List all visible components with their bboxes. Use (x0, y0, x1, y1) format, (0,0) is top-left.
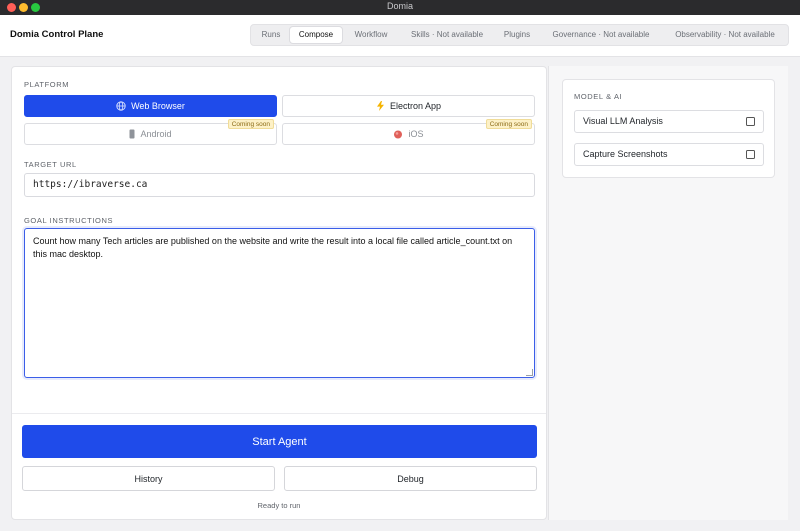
goal-instructions-textarea[interactable]: Count how many Tech articles are publish… (24, 228, 535, 378)
tab-compose[interactable]: Compose (290, 27, 342, 43)
platform-option-label: iOS (408, 129, 424, 139)
model-ai-label: MODEL & AI (574, 92, 623, 101)
tab-runs[interactable]: Runs (255, 27, 287, 43)
platform-option-label: Android (140, 129, 172, 139)
target-url-input[interactable]: https://ibraverse.ca (24, 173, 535, 197)
platform-option-label: Web Browser (131, 101, 185, 111)
phone-icon (129, 129, 135, 139)
lightning-icon (376, 101, 385, 111)
window-title: Domia (386, 1, 413, 11)
history-button[interactable]: History (22, 466, 275, 491)
resize-grip-icon[interactable] (526, 369, 533, 376)
app-brand: Domia Control Plane (10, 29, 104, 40)
app-window: Domia Domia Control Plane Runs Compose W… (0, 0, 800, 531)
capture-screenshots-checkbox[interactable] (746, 150, 755, 159)
app-header: Domia Control Plane Runs Compose Workflo… (0, 15, 800, 57)
coming-soon-badge: Coming soon (485, 119, 532, 129)
tab-workflow[interactable]: Workflow (347, 27, 395, 43)
section-divider (12, 413, 546, 414)
globe-icon (116, 101, 126, 111)
tab-observability[interactable]: Observability · Not available (665, 27, 785, 43)
tab-governance[interactable]: Governance · Not available (543, 27, 659, 43)
compose-panel: PLATFORM Web Browser Electron App Androi… (11, 66, 547, 520)
tab-plugins[interactable]: Plugins (497, 27, 537, 43)
target-url-label: TARGET URL (24, 160, 77, 169)
platform-label: PLATFORM (24, 80, 70, 89)
main-nav: Runs Compose Workflow Skills · Not avail… (250, 24, 789, 46)
run-status: Ready to run (257, 501, 301, 510)
apple-icon (393, 129, 403, 139)
capture-screenshots-option[interactable]: Capture Screenshots (574, 143, 764, 166)
visual-llm-analysis-option[interactable]: Visual LLM Analysis (574, 110, 764, 133)
settings-panel: MODEL & AI Visual LLM Analysis Capture S… (548, 66, 788, 520)
start-agent-button[interactable]: Start Agent (22, 425, 537, 458)
goal-text: Count how many Tech articles are publish… (33, 236, 513, 259)
platform-electron-app-button[interactable]: Electron App (282, 95, 535, 117)
option-label: Visual LLM Analysis (583, 116, 663, 126)
platform-option-label: Electron App (389, 101, 442, 111)
coming-soon-badge: Coming soon (227, 119, 274, 129)
goal-instructions-label: GOAL INSTRUCTIONS (24, 216, 114, 225)
visual-llm-analysis-checkbox[interactable] (746, 117, 755, 126)
platform-ios-button: iOS Coming soon (282, 119, 535, 145)
title-bar: Domia (0, 0, 800, 15)
debug-button[interactable]: Debug (284, 466, 537, 491)
option-label: Capture Screenshots (583, 149, 668, 159)
tab-skills[interactable]: Skills · Not available (401, 27, 493, 43)
model-ai-card: MODEL & AI Visual LLM Analysis Capture S… (562, 79, 775, 178)
platform-web-browser-button[interactable]: Web Browser (24, 95, 277, 117)
platform-android-button: Android Coming soon (24, 119, 277, 145)
